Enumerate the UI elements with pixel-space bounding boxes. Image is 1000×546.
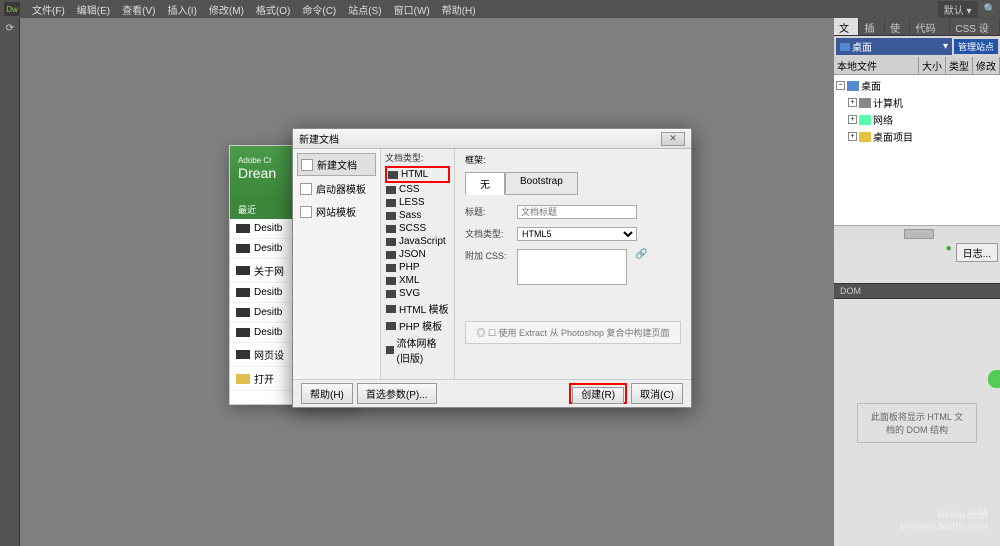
filetype-html[interactable]: HTML bbox=[385, 166, 450, 183]
tree-item-desktop: 桌面项目 bbox=[873, 129, 913, 144]
doctype-list-header: 文档类型: bbox=[385, 151, 450, 164]
menu-file[interactable]: 文件(F) bbox=[26, 2, 71, 17]
site-dropdown[interactable]: 桌面▾ bbox=[836, 38, 952, 55]
file-tree[interactable]: − 桌面 + 计算机 + 网络 + 桌面项目 bbox=[834, 75, 1000, 225]
tool-icon[interactable]: ⟳ bbox=[2, 20, 18, 36]
left-toolstrip: ⟳ bbox=[0, 18, 20, 546]
col-type[interactable]: 类型 bbox=[946, 57, 973, 74]
menu-window[interactable]: 窗口(W) bbox=[388, 2, 436, 17]
workspace-dropdown[interactable]: 默认 ▾ bbox=[938, 1, 978, 18]
menubar: Dw 文件(F) 编辑(E) 查看(V) 插入(I) 修改(M) 格式(O) 命… bbox=[0, 0, 1000, 18]
title-label: 标题: bbox=[465, 205, 509, 218]
filetype-sass[interactable]: Sass bbox=[385, 209, 450, 222]
help-button[interactable]: 帮助(H) bbox=[301, 383, 353, 404]
tab-insert[interactable]: 插入 bbox=[859, 18, 884, 35]
menu-site[interactable]: 站点(S) bbox=[342, 2, 387, 17]
cat-new-document[interactable]: 新建文档 bbox=[297, 153, 376, 176]
menu-view[interactable]: 查看(V) bbox=[116, 2, 161, 17]
menu-format[interactable]: 格式(O) bbox=[250, 2, 296, 17]
h-scrollbar[interactable] bbox=[834, 225, 1000, 241]
options-pane: 框架: 无 Bootstrap 标题: 文档类型: HTML5 附加 CSS: … bbox=[455, 149, 691, 379]
dialog-titlebar[interactable]: 新建文档 ✕ bbox=[293, 129, 691, 149]
filetype-fluid[interactable]: 流体网格 (旧版) bbox=[385, 334, 450, 366]
expand-icon[interactable]: + bbox=[848, 98, 857, 107]
new-document-dialog: 新建文档 ✕ 新建文档 启动器模板 网站模板 文档类型: HTML CSS LE… bbox=[292, 128, 692, 408]
filetype-html-template[interactable]: HTML 模板 bbox=[385, 300, 450, 317]
filetype-json[interactable]: JSON bbox=[385, 248, 450, 261]
expand-icon[interactable]: + bbox=[848, 115, 857, 124]
filetype-less[interactable]: LESS bbox=[385, 196, 450, 209]
framework-header: 框架: bbox=[465, 153, 681, 166]
col-modified[interactable]: 修改 bbox=[973, 57, 1000, 74]
feedback-tab[interactable] bbox=[988, 370, 1000, 388]
dialog-title: 新建文档 bbox=[299, 131, 661, 146]
tab-bootstrap[interactable]: Bootstrap bbox=[505, 172, 578, 195]
link-icon[interactable]: 🔗 bbox=[635, 249, 645, 259]
category-pane: 新建文档 启动器模板 网站模板 bbox=[293, 149, 381, 379]
extract-hint[interactable]: ◎ ☐ 使用 Extract 从 Photoshop 复合中构建页面 bbox=[465, 321, 681, 344]
dom-panel-header[interactable]: DOM bbox=[834, 283, 1000, 299]
doctype-select[interactable]: HTML5 bbox=[517, 227, 637, 241]
close-icon[interactable]: ✕ bbox=[661, 132, 685, 146]
tab-files[interactable]: 文件 bbox=[834, 18, 859, 35]
collapse-icon[interactable]: − bbox=[836, 81, 845, 90]
tree-root: 桌面 bbox=[861, 78, 881, 93]
cat-site-templates[interactable]: 网站模板 bbox=[297, 201, 376, 222]
menu-insert[interactable]: 插入(I) bbox=[161, 2, 202, 17]
tab-snippets[interactable]: 代码片断 bbox=[910, 18, 950, 35]
tab-css-designer[interactable]: CSS 设计器 bbox=[950, 18, 1000, 35]
css-attach[interactable] bbox=[517, 249, 627, 285]
manage-sites[interactable]: 管理站点 bbox=[954, 39, 998, 54]
create-button[interactable]: 创建(R) bbox=[572, 387, 624, 404]
expand-icon[interactable]: + bbox=[848, 132, 857, 141]
filetype-php[interactable]: PHP bbox=[385, 261, 450, 274]
cancel-button[interactable]: 取消(C) bbox=[631, 383, 683, 404]
filetype-xml[interactable]: XML bbox=[385, 274, 450, 287]
title-input[interactable] bbox=[517, 205, 637, 219]
log-button[interactable]: 日志... bbox=[956, 243, 998, 262]
ready-icon: ● bbox=[946, 243, 952, 262]
filetype-php-template[interactable]: PHP 模板 bbox=[385, 317, 450, 334]
cat-starter-templates[interactable]: 启动器模板 bbox=[297, 178, 376, 199]
col-localfile[interactable]: 本地文件 bbox=[834, 57, 919, 74]
app-logo: Dw bbox=[4, 2, 20, 16]
col-size[interactable]: 大小 bbox=[919, 57, 946, 74]
right-panel: 文件 插入 使用 代码片断 CSS 设计器 桌面▾ 管理站点 本地文件 大小 类… bbox=[834, 18, 1000, 546]
menu-commands[interactable]: 命令(C) bbox=[296, 2, 342, 17]
prefs-button[interactable]: 首选参数(P)... bbox=[357, 383, 437, 404]
tree-item-computer: 计算机 bbox=[873, 95, 903, 110]
menu-modify[interactable]: 修改(M) bbox=[203, 2, 250, 17]
doctype-label: 文档类型: bbox=[465, 227, 509, 240]
menu-help[interactable]: 帮助(H) bbox=[436, 2, 482, 17]
tab-none[interactable]: 无 bbox=[465, 172, 505, 195]
filetype-css[interactable]: CSS bbox=[385, 183, 450, 196]
search-icon[interactable]: 🔍 bbox=[984, 4, 996, 15]
filetype-javascript[interactable]: JavaScript bbox=[385, 235, 450, 248]
css-label: 附加 CSS: bbox=[465, 249, 509, 262]
tree-item-network: 网络 bbox=[873, 112, 893, 127]
doctype-list: 文档类型: HTML CSS LESS Sass SCSS JavaScript… bbox=[381, 149, 455, 379]
dom-empty-message: 此面板将显示 HTML 文档的 DOM 结构 bbox=[857, 403, 977, 443]
menu-edit[interactable]: 编辑(E) bbox=[71, 2, 116, 17]
filetype-scss[interactable]: SCSS bbox=[385, 222, 450, 235]
filetype-svg[interactable]: SVG bbox=[385, 287, 450, 300]
tab-behaviors[interactable]: 使用 bbox=[885, 18, 910, 35]
